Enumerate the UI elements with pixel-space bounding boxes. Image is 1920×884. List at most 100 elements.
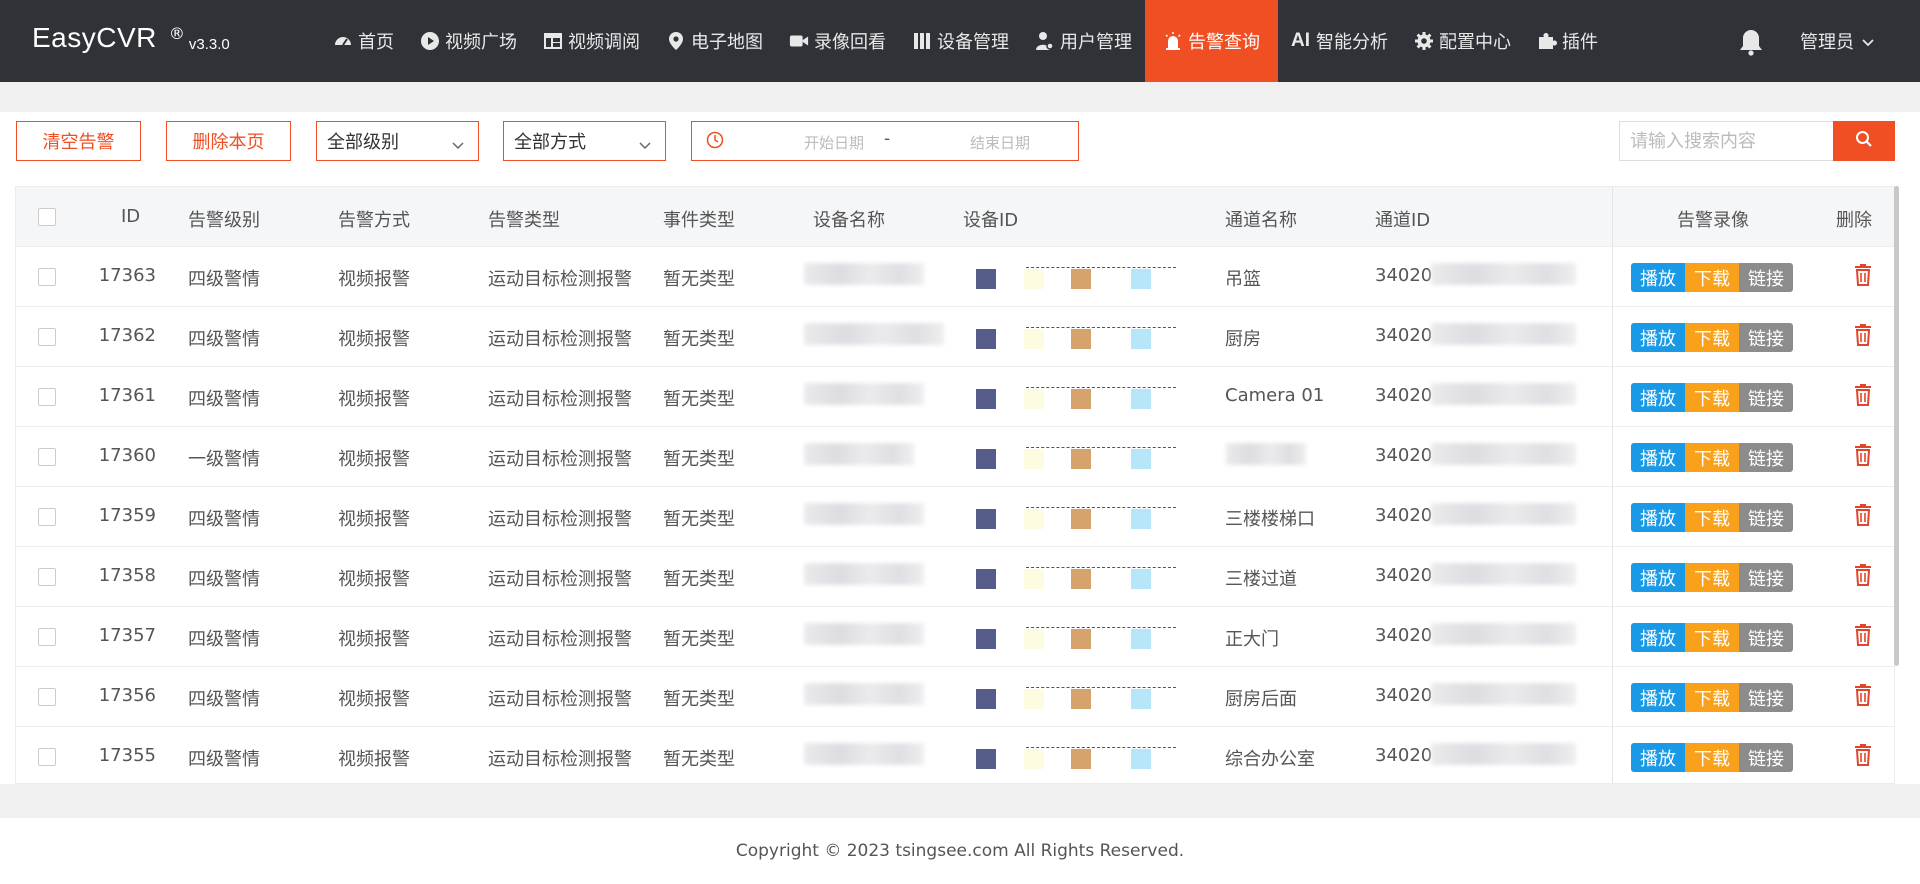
link-button[interactable]: 链接 <box>1739 263 1793 292</box>
table-header: ID 告警级别 告警方式 告警类型 事件类型 设备名称 设备ID 通道名称 通道… <box>16 187 1894 247</box>
alarm-level: 四级警情 <box>188 629 260 650</box>
page-background <box>0 784 1920 818</box>
device-id-block <box>976 569 996 589</box>
play-button[interactable]: 播放 <box>1631 503 1685 532</box>
method-select[interactable]: 全部方式 <box>503 121 666 161</box>
nav-item-alarm-query[interactable]: 告警查询 <box>1145 0 1278 82</box>
link-button[interactable]: 链接 <box>1739 503 1793 532</box>
copyright-text: Copyright © 2023 tsingsee.com All Rights… <box>735 841 1185 861</box>
link-button[interactable]: 链接 <box>1739 383 1793 412</box>
link-button[interactable]: 链接 <box>1739 323 1793 352</box>
device-id-block <box>1024 389 1044 409</box>
link-button[interactable]: 链接 <box>1739 443 1793 472</box>
trash-icon[interactable] <box>1853 563 1873 587</box>
nav-item-config-center[interactable]: 配置中心 <box>1401 0 1524 82</box>
device-name-redacted <box>804 503 924 525</box>
device-id-redacted <box>1026 387 1176 388</box>
level-select[interactable]: 全部级别 <box>316 121 479 161</box>
nav-item-playback[interactable]: 录像回看 <box>776 0 899 82</box>
download-button[interactable]: 下载 <box>1685 683 1739 712</box>
alarm-video-actions: 播放 下载 链接 <box>1631 323 1793 352</box>
device-id-redacted <box>1026 447 1176 448</box>
alarm-level: 四级警情 <box>188 569 260 590</box>
device-id-block <box>1131 509 1151 529</box>
play-button[interactable]: 播放 <box>1631 443 1685 472</box>
link-button[interactable]: 链接 <box>1739 623 1793 652</box>
play-button[interactable]: 播放 <box>1631 743 1685 772</box>
download-button[interactable]: 下载 <box>1685 743 1739 772</box>
play-button[interactable]: 播放 <box>1631 683 1685 712</box>
col-level: 告警级别 <box>188 210 260 231</box>
device-id-block <box>1071 569 1091 589</box>
alarm-id: 17362 <box>98 325 156 346</box>
play-button[interactable]: 播放 <box>1631 263 1685 292</box>
end-date-input[interactable]: 结束日期 <box>940 132 1060 153</box>
device-id-block <box>1131 749 1151 769</box>
device-id-redacted <box>1026 687 1176 688</box>
device-id-block <box>976 329 996 349</box>
table-row: 17360 一级警情 视频报警 运动目标检测报警 暂无类型 34020 播放 下载 链接 <box>16 427 1894 487</box>
col-device-id: 设备ID <box>963 210 1019 231</box>
nav-item-user-management[interactable]: 用户管理 <box>1022 0 1145 82</box>
ai-icon: AI <box>1291 30 1310 51</box>
trash-icon[interactable] <box>1853 323 1873 347</box>
play-button[interactable]: 播放 <box>1631 563 1685 592</box>
link-button[interactable]: 链接 <box>1739 743 1793 772</box>
nav-item-ai-analysis[interactable]: AI 智能分析 <box>1278 0 1401 82</box>
alarm-type: 运动目标检测报警 <box>488 569 632 590</box>
nav-item-map[interactable]: 电子地图 <box>653 0 776 82</box>
nav-item-plugins[interactable]: 插件 <box>1524 0 1611 82</box>
event-type: 暂无类型 <box>663 269 735 290</box>
channel-name: 厨房后面 <box>1225 689 1297 710</box>
date-range-picker[interactable]: 开始日期 - 结束日期 <box>691 121 1079 161</box>
download-button[interactable]: 下载 <box>1685 443 1739 472</box>
link-button[interactable]: 链接 <box>1739 563 1793 592</box>
play-button[interactable]: 播放 <box>1631 323 1685 352</box>
play-button[interactable]: 播放 <box>1631 383 1685 412</box>
col-id: ID <box>121 206 141 227</box>
alarm-type: 运动目标检测报警 <box>488 689 632 710</box>
top-navbar: EasyCVR ® v3.3.0 首页 视频广场 视频调阅 电子地图 录像回看 … <box>0 0 1920 82</box>
event-type: 暂无类型 <box>663 569 735 590</box>
alarm-level: 四级警情 <box>188 689 260 710</box>
alarm-level: 四级警情 <box>188 329 260 350</box>
download-button[interactable]: 下载 <box>1685 623 1739 652</box>
trash-icon[interactable] <box>1853 623 1873 647</box>
puzzle-icon <box>1537 31 1557 51</box>
download-button[interactable]: 下载 <box>1685 323 1739 352</box>
nav-item-device-management[interactable]: 设备管理 <box>899 0 1022 82</box>
nav-label: 智能分析 <box>1316 32 1388 53</box>
device-id-block <box>1024 269 1044 289</box>
download-button[interactable]: 下载 <box>1685 263 1739 292</box>
select-all-checkbox[interactable] <box>38 208 56 226</box>
download-button[interactable]: 下载 <box>1685 383 1739 412</box>
play-button[interactable]: 播放 <box>1631 623 1685 652</box>
search-input[interactable] <box>1619 121 1833 161</box>
trash-icon[interactable] <box>1853 683 1873 707</box>
download-button[interactable]: 下载 <box>1685 563 1739 592</box>
nav-item-video-view[interactable]: 视频调阅 <box>530 0 653 82</box>
trash-icon[interactable] <box>1853 443 1873 467</box>
link-button[interactable]: 链接 <box>1739 683 1793 712</box>
alarm-id: 17356 <box>98 685 156 706</box>
download-button[interactable]: 下载 <box>1685 503 1739 532</box>
alarm-video-actions: 播放 下载 链接 <box>1631 743 1793 772</box>
trash-icon[interactable] <box>1853 383 1873 407</box>
delete-page-button[interactable]: 删除本页 <box>166 121 291 161</box>
search-button[interactable] <box>1833 121 1895 161</box>
alarm-video-actions: 播放 下载 链接 <box>1631 503 1793 532</box>
trash-icon[interactable] <box>1853 263 1873 287</box>
date-separator: - <box>884 129 891 149</box>
channel-id: 34020 <box>1375 505 1433 526</box>
start-date-input[interactable]: 开始日期 <box>774 132 894 153</box>
trash-icon[interactable] <box>1853 503 1873 527</box>
event-type: 暂无类型 <box>663 749 735 770</box>
nav-item-video-square[interactable]: 视频广场 <box>407 0 530 82</box>
clear-alarms-button[interactable]: 清空告警 <box>16 121 141 161</box>
nav-item-home[interactable]: 首页 <box>320 0 407 82</box>
trash-icon[interactable] <box>1853 743 1873 767</box>
alarm-video-actions: 播放 下载 链接 <box>1631 263 1793 292</box>
user-menu[interactable]: 管理员 <box>1800 28 1874 54</box>
bell-icon[interactable] <box>1738 28 1764 56</box>
table-scrollbar[interactable] <box>1894 186 1899 666</box>
